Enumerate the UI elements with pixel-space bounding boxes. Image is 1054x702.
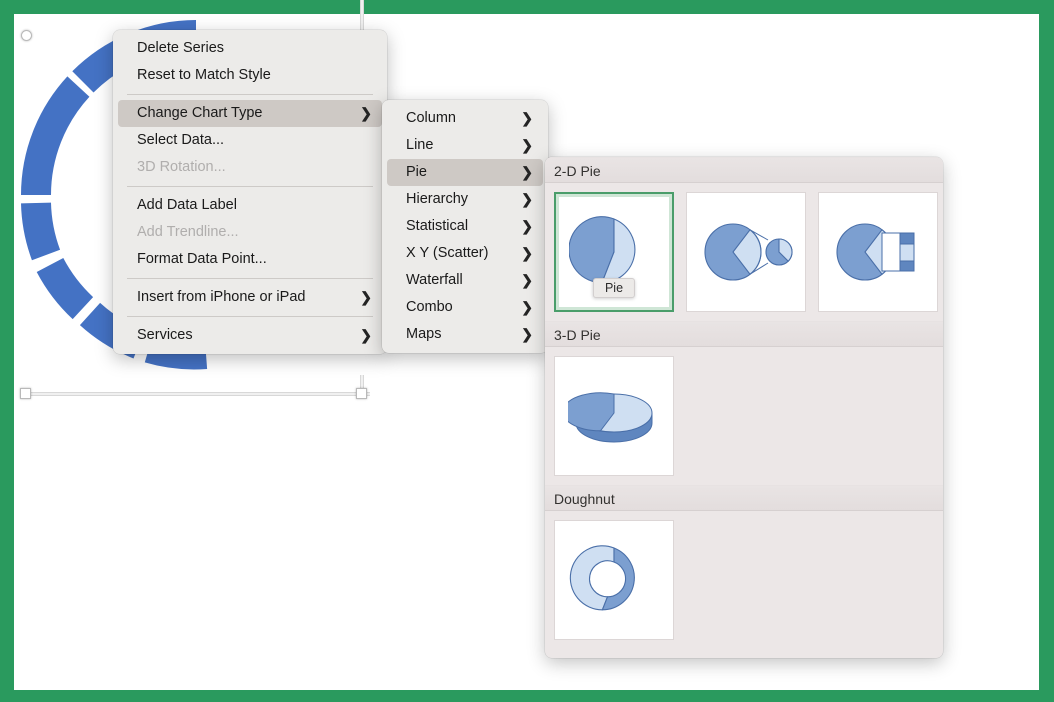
menu-item-delete-series[interactable]: Delete Series [118, 35, 382, 62]
chart-type-gallery[interactable]: 2-D Pie Pie [545, 157, 943, 658]
menu-item-label: Format Data Point... [137, 251, 267, 267]
chart-type-submenu[interactable]: Column ❯ Line ❯ Pie ❯ Hierarchy ❯ Statis… [382, 100, 548, 353]
menu-item-format-data-point[interactable]: Format Data Point... [118, 246, 382, 273]
chart-resize-handle-bottom-left[interactable] [20, 388, 31, 399]
menu-separator [127, 94, 373, 95]
menu-item-3d-rotation: 3D Rotation... [118, 154, 382, 181]
menu-item-add-trendline: Add Trendline... [118, 219, 382, 246]
menu-item-change-chart-type[interactable]: Change Chart Type ❯ [118, 100, 382, 127]
gallery-thumb-pie-of-pie[interactable] [686, 192, 806, 312]
chevron-right-icon: ❯ [521, 186, 533, 213]
chart-selection-line-bottom-edge [20, 392, 370, 396]
gallery-section-header-doughnut: Doughnut [545, 485, 943, 511]
menu-item-insert-from-iphone-or-ipad[interactable]: Insert from iPhone or iPad ❯ [118, 284, 382, 311]
menu-item-label: Line [406, 137, 433, 153]
menu-item-label: 3D Rotation... [137, 159, 226, 175]
gallery-row-2d-pie: Pie [545, 183, 943, 321]
gallery-section-header-2d-pie: 2-D Pie [545, 157, 943, 183]
gallery-row-3d-pie [545, 347, 943, 485]
menu-item-label: Services [137, 327, 193, 343]
menu-item-label: Add Data Label [137, 197, 237, 213]
chevron-right-icon: ❯ [360, 322, 372, 349]
menu-item-label: Pie [406, 164, 427, 180]
menu-item-label: Insert from iPhone or iPad [137, 289, 305, 305]
menu-separator [127, 186, 373, 187]
gallery-thumb-3d-pie[interactable] [554, 356, 674, 476]
gallery-section-header-3d-pie: 3-D Pie [545, 321, 943, 347]
chevron-right-icon: ❯ [521, 132, 533, 159]
gallery-row-doughnut [545, 511, 943, 649]
submenu-item-pie[interactable]: Pie ❯ [387, 159, 543, 186]
menu-item-label: Waterfall [406, 272, 463, 288]
chart-selection-line-top [360, 0, 364, 30]
menu-item-add-data-label[interactable]: Add Data Label [118, 192, 382, 219]
menu-item-label: Reset to Match Style [137, 67, 271, 83]
chevron-right-icon: ❯ [521, 105, 533, 132]
gallery-thumb-doughnut[interactable] [554, 520, 674, 640]
submenu-item-column[interactable]: Column ❯ [387, 105, 543, 132]
chevron-right-icon: ❯ [521, 240, 533, 267]
chevron-right-icon: ❯ [521, 213, 533, 240]
context-menu[interactable]: Delete Series Reset to Match Style Chang… [113, 30, 387, 354]
bar-of-pie-chart-icon [828, 207, 928, 297]
doughnut-chart-icon [569, 535, 659, 625]
chevron-right-icon: ❯ [521, 267, 533, 294]
menu-item-reset-to-match-style[interactable]: Reset to Match Style [118, 62, 382, 89]
menu-item-label: Change Chart Type [137, 105, 262, 121]
menu-item-select-data[interactable]: Select Data... [118, 127, 382, 154]
submenu-item-waterfall[interactable]: Waterfall ❯ [387, 267, 543, 294]
submenu-item-hierarchy[interactable]: Hierarchy ❯ [387, 186, 543, 213]
chevron-right-icon: ❯ [360, 284, 372, 311]
submenu-item-maps[interactable]: Maps ❯ [387, 321, 543, 348]
menu-item-label: Combo [406, 299, 453, 315]
submenu-item-line[interactable]: Line ❯ [387, 132, 543, 159]
submenu-item-statistical[interactable]: Statistical ❯ [387, 213, 543, 240]
chevron-right-icon: ❯ [521, 294, 533, 321]
menu-item-label: Column [406, 110, 456, 126]
menu-item-label: Select Data... [137, 132, 224, 148]
menu-item-label: Add Trendline... [137, 224, 239, 240]
chart-resize-handle-bottom-right[interactable] [356, 388, 367, 399]
menu-separator [127, 316, 373, 317]
submenu-item-x-y-scatter[interactable]: X Y (Scatter) ❯ [387, 240, 543, 267]
chevron-right-icon: ❯ [360, 100, 372, 127]
menu-separator [127, 278, 373, 279]
gallery-thumb-bar-of-pie[interactable] [818, 192, 938, 312]
menu-item-label: Statistical [406, 218, 468, 234]
chevron-right-icon: ❯ [521, 159, 533, 186]
pie-of-pie-chart-icon [696, 207, 796, 297]
menu-item-label: X Y (Scatter) [406, 245, 488, 261]
gallery-thumb-pie[interactable]: Pie [554, 192, 674, 312]
pie-3d-chart-icon [568, 381, 660, 451]
submenu-item-combo[interactable]: Combo ❯ [387, 294, 543, 321]
menu-item-label: Hierarchy [406, 191, 468, 207]
menu-item-label: Maps [406, 326, 441, 342]
menu-item-label: Delete Series [137, 40, 224, 56]
chevron-right-icon: ❯ [521, 321, 533, 348]
thumbnail-tooltip: Pie [593, 278, 635, 298]
main-menu-items: Delete Series Reset to Match Style Chang… [113, 35, 387, 349]
menu-item-services[interactable]: Services ❯ [118, 322, 382, 349]
data-point-selection-handle[interactable] [21, 30, 32, 41]
